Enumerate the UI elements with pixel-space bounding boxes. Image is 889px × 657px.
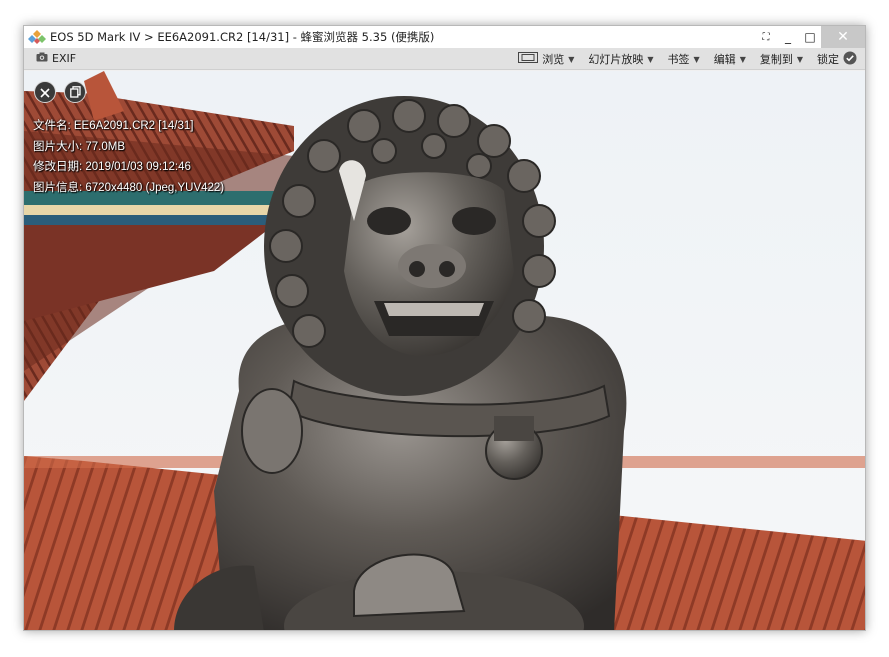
edit-label: 编辑	[713, 53, 736, 66]
chevron-down-icon: ▼	[647, 54, 654, 64]
bookmark-label: 书签	[667, 53, 690, 66]
lock-label: 锁定	[817, 53, 839, 66]
title-bar[interactable]: EOS 5D Mark IV > EE6A2091.CR2 [14/31] - …	[24, 26, 865, 48]
chevron-down-icon: ▼	[739, 54, 746, 64]
film-frame-icon	[518, 52, 539, 66]
slideshow-menu[interactable]: 幻灯片放映 ▼	[588, 51, 653, 67]
check-circle-icon	[843, 51, 857, 68]
viewer-window: EOS 5D Mark IV > EE6A2091.CR2 [14/31] - …	[23, 25, 866, 631]
info-filename: 文件名: EE6A2091.CR2 [14/31]	[33, 120, 194, 132]
close-icon	[40, 83, 50, 102]
close-button[interactable]: ✕	[821, 26, 865, 48]
close-icon: ✕	[837, 29, 849, 45]
minimize-button[interactable]: _	[777, 26, 799, 48]
browse-label: 浏览	[542, 53, 565, 66]
edit-menu[interactable]: 编辑 ▼	[714, 51, 746, 67]
bookmark-menu[interactable]: 书签 ▼	[668, 51, 700, 67]
fullscreen-icon: ⛶	[762, 31, 770, 43]
browse-menu[interactable]: 浏览 ▼	[518, 51, 574, 67]
minimize-icon: _	[785, 30, 791, 44]
copy-overlay-button[interactable]	[64, 81, 86, 103]
close-overlay-button[interactable]	[34, 81, 56, 103]
chevron-down-icon: ▼	[693, 54, 700, 64]
exif-label: EXIF	[52, 52, 77, 65]
copy-to-label: 复制到	[759, 53, 793, 66]
chevron-down-icon: ▼	[568, 54, 575, 64]
info-dimensions: 图片信息: 6720x4480 (Jpeg,YUV422)	[33, 181, 225, 194]
exif-button[interactable]: EXIF	[36, 52, 76, 65]
toolbar: EXIF 浏览 ▼ 幻灯片放映 ▼ 书签 ▼ 编辑 ▼ 复制到 ▼ 锁定	[24, 48, 865, 70]
window-title: EOS 5D Mark IV > EE6A2091.CR2 [14/31] - …	[50, 30, 435, 44]
chevron-down-icon: ▼	[796, 54, 803, 64]
slideshow-label: 幻灯片放映	[588, 53, 644, 66]
lock-button[interactable]: 锁定	[817, 51, 857, 68]
info-modified-date: 修改日期: 2019/01/03 09:12:46	[33, 161, 191, 173]
copy-icon	[69, 83, 81, 102]
image-viewport[interactable]: 文件名: EE6A2091.CR2 [14/31] 图片大小: 77.0MB 修…	[24, 71, 865, 630]
app-logo-icon	[24, 26, 50, 48]
maximize-button[interactable]: □	[799, 26, 821, 48]
maximize-icon: □	[804, 30, 816, 44]
copy-to-menu[interactable]: 复制到 ▼	[760, 51, 803, 67]
info-filesize: 图片大小: 77.0MB	[33, 140, 126, 153]
camera-icon	[36, 52, 48, 65]
image-info-overlay: 文件名: EE6A2091.CR2 [14/31] 图片大小: 77.0MB 修…	[33, 116, 224, 198]
fullscreen-button[interactable]: ⛶	[755, 26, 777, 48]
